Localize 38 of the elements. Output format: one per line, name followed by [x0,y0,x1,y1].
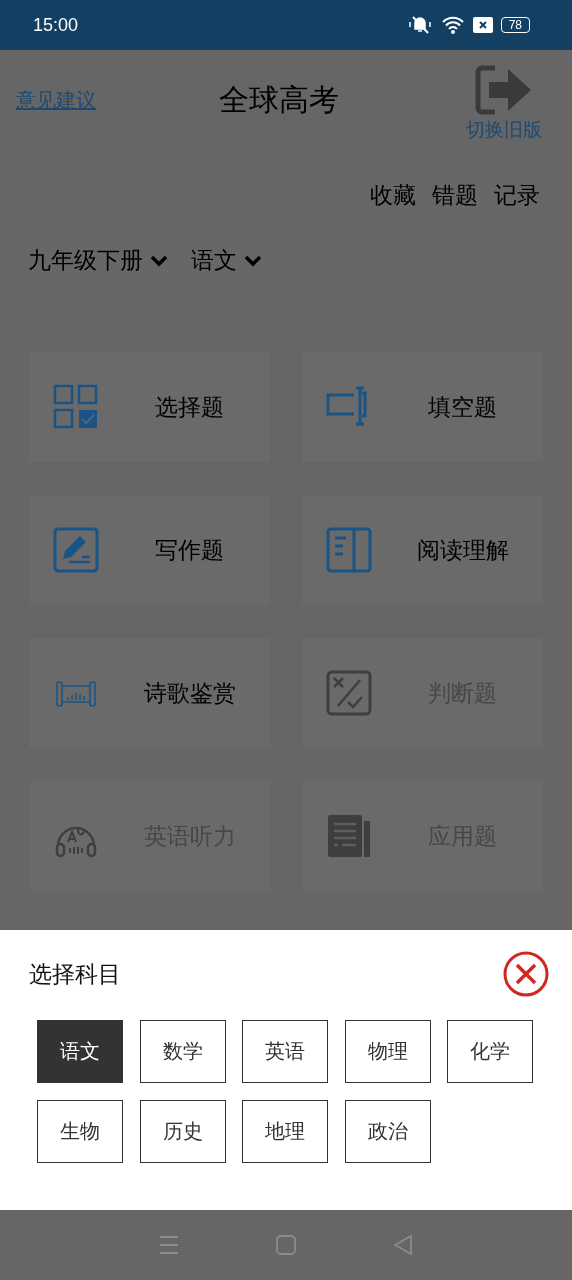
close-icon[interactable] [502,950,550,998]
clock-time: 15:00 [33,14,79,36]
question-type-card[interactable]: 阅读理解 [302,495,543,605]
back-icon[interactable] [392,1234,415,1256]
dropdown-selector[interactable]: 语文 [191,245,263,276]
shortcut-link[interactable]: 收藏 [370,180,416,211]
exit-arrow-icon[interactable] [475,65,533,115]
dropdown-selector[interactable]: 九年级下册 [28,245,169,276]
chevron-down-icon [243,253,263,268]
question-type-card[interactable]: 填空题 [302,352,543,462]
pencil-square-icon [53,527,99,573]
subject-option[interactable]: 生物 [37,1100,123,1163]
subject-option[interactable]: 历史 [139,1100,226,1163]
subject-option[interactable]: 语文 [37,1020,123,1083]
no-sim-icon [472,17,493,33]
chevron-down-icon [149,253,169,268]
menu-icon[interactable] [157,1234,180,1256]
subject-option[interactable]: 化学 [447,1020,533,1083]
document-icon [326,813,372,859]
checkbox-grid-icon [53,384,99,430]
shortcut-link[interactable]: 记录 [494,180,540,211]
subject-option[interactable]: 数学 [139,1020,226,1083]
subject-option[interactable]: 政治 [344,1100,431,1163]
muted-bell-icon [406,15,433,35]
question-type-card[interactable]: 写作题 [29,495,270,605]
subject-option[interactable]: 英语 [242,1020,328,1083]
page-title: 全球高考 [219,80,339,119]
shortcut-link[interactable]: 错题 [432,180,478,211]
cross-check-icon [326,670,372,716]
subject-option[interactable]: 物理 [344,1020,431,1083]
sheet-title: 选择科目 [29,959,121,989]
battery-indicator: 78 [500,17,530,33]
question-type-card[interactable]: 选择题 [29,352,270,462]
home-square-icon[interactable] [275,1234,297,1256]
subject-option[interactable]: 地理 [242,1100,328,1163]
question-type-card[interactable]: 诗歌鉴赏 [29,638,270,748]
wifi-icon [440,15,465,35]
open-book-icon [326,527,372,573]
